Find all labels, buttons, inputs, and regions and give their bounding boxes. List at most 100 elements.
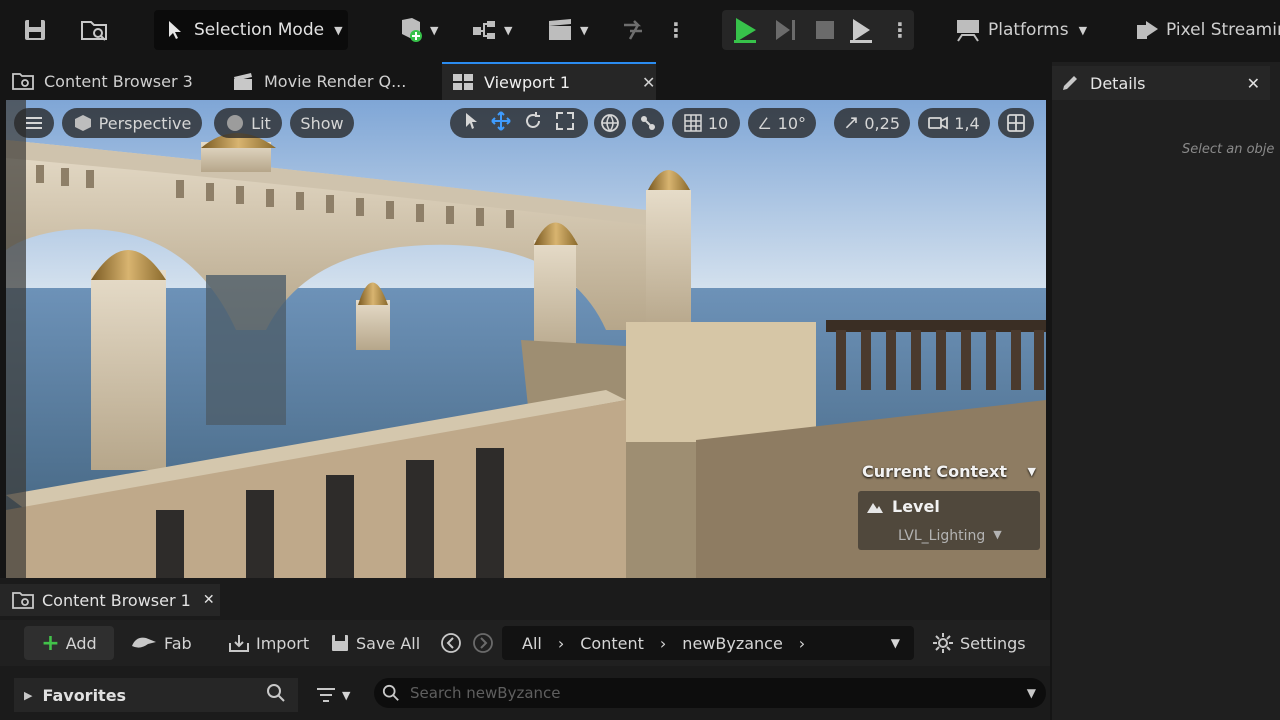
close-icon[interactable]: ✕ [642,73,655,92]
level-label: Level [892,497,940,516]
tab-viewport-1[interactable]: Viewport 1 ✕ [442,62,656,100]
rotation-snap-button[interactable]: 10° [748,108,816,138]
selection-mode-button[interactable]: Selection Mode ▼ [154,10,348,50]
grid-icon [684,114,702,132]
add-actor-button[interactable]: ▼ [396,10,438,50]
scale-tool-icon[interactable] [555,111,575,135]
tab-label: Content Browser 3 [44,71,193,91]
current-context-header[interactable]: Current Context ▼ [858,458,1040,485]
import-icon [229,635,249,652]
viewport-icon [453,74,473,90]
tab-content-browser-1[interactable]: Content Browser 1 ✕ [0,584,220,616]
level-context[interactable]: Level LVL_Lighting ▼ [858,491,1040,550]
launch-icon[interactable] [846,10,876,50]
camera-speed-button[interactable]: 1,4 [918,108,990,138]
settings-label: Settings [960,633,1026,653]
selection-mode-label: Selection Mode [194,20,325,40]
more-options-icon[interactable]: ⋮ [666,10,686,50]
play-icon[interactable] [730,10,760,50]
close-icon[interactable]: ✕ [203,592,215,608]
filter-button[interactable]: ▼ [316,678,350,712]
add-label: Add [65,633,97,653]
breadcrumb-all[interactable]: All [522,634,542,653]
tab-label: Viewport 1 [484,72,571,92]
details-title: Details [1090,73,1146,93]
grid-snap-button[interactable]: 10 [672,108,740,138]
grid-snap-value: 10 [707,113,729,133]
search-placeholder: Search newByzance [410,684,561,702]
step-icon[interactable] [770,10,800,50]
tab-content-browser-3[interactable]: Content Browser 3 [12,62,222,100]
pixel-streaming-label: Pixel Streaming [1166,20,1280,40]
scale-snap-value: 0,25 [864,113,900,133]
close-icon[interactable]: ✕ [1247,74,1260,93]
show-button[interactable]: Show [290,108,354,138]
platforms-label: Platforms [988,20,1069,40]
cursor-icon [164,18,188,42]
save-icon[interactable] [22,10,48,50]
asset-search-input[interactable]: Search newByzance ▼ [374,678,1046,708]
perspective-button[interactable]: Perspective [62,108,202,138]
layout-icon[interactable] [998,108,1034,138]
chevron-down-icon[interactable]: ▼ [891,636,900,650]
chevron-right-icon[interactable]: › [799,634,805,653]
move-tool-icon[interactable] [491,111,511,135]
content-browser-toolbar: + Add Fab Import Save All All › Content … [0,620,1050,666]
save-all-button[interactable]: Save All [330,626,420,660]
folder-icon [12,592,34,609]
add-button[interactable]: + Add [24,626,114,660]
chevron-down-icon: ▼ [342,688,351,702]
platforms-button[interactable]: Platforms ▼ [954,10,1087,50]
blueprint-button[interactable]: ▼ [470,10,512,50]
viewport-menu-icon[interactable] [14,108,54,138]
camera-speed-value: 1,4 [954,113,980,133]
details-empty-hint: Select an obje [1182,142,1275,157]
plus-icon: + [41,630,60,656]
editor-tab-bar: Content Browser 3 Movie Render Q... View… [0,62,1050,100]
current-context-panel: Current Context ▼ Level LVL_Lighting ▼ [858,458,1040,554]
chevron-down-icon: ▼ [430,23,439,37]
camera-icon [928,116,949,130]
breadcrumb-newbyzance[interactable]: newByzance [682,634,783,653]
cinematics-button[interactable]: ▼ [546,10,588,50]
clapperboard-icon [234,73,252,90]
rotate-tool-icon[interactable] [523,111,543,135]
chevron-down-icon[interactable]: ▼ [1027,686,1036,700]
forward-icon[interactable] [472,626,494,660]
favorites-label: Favorites [42,685,127,705]
angle-icon [758,117,771,129]
lit-button[interactable]: Lit [214,108,282,138]
build-icon[interactable] [620,10,650,50]
tab-details[interactable]: Details ✕ [1052,66,1270,100]
browse-folder-icon[interactable] [80,10,110,50]
content-browser-filter-row: ▶ Favorites ▼ Search newByzance ▼ [0,670,1050,720]
level-viewport[interactable]: Perspective Lit Show 10 10° 0,25 1,4 Cur… [6,100,1046,578]
details-panel: Details ✕ Select an obje [1052,62,1280,720]
import-button[interactable]: Import [228,626,309,660]
chevron-down-icon: ▼ [1078,23,1088,37]
pixel-streaming-button[interactable]: Pixel Streaming [1134,10,1280,50]
level-name: LVL_Lighting [898,528,986,544]
favorites-section[interactable]: ▶ Favorites [14,678,298,712]
tab-label: Content Browser 1 [42,590,191,610]
select-tool-icon[interactable] [463,112,479,134]
world-space-icon[interactable] [594,108,626,138]
fab-icon [132,637,156,648]
breadcrumb: All › Content › newByzance › ▼ [502,626,914,660]
chevron-right-icon: ▶ [24,688,33,702]
chevron-right-icon: › [659,633,667,653]
tab-movie-render-queue[interactable]: Movie Render Q... [232,62,440,100]
chevron-right-icon: › [557,633,565,653]
back-icon[interactable] [440,626,462,660]
settings-button[interactable]: Settings [932,626,1026,660]
filter-icon [317,688,335,702]
pencil-icon [1063,76,1077,90]
stop-icon[interactable] [810,10,840,50]
play-options-icon[interactable]: ⋮ [890,10,910,50]
scale-snap-button[interactable]: 0,25 [834,108,910,138]
surface-snap-icon[interactable] [632,108,664,138]
search-icon[interactable] [266,683,286,707]
breadcrumb-content[interactable]: Content [580,634,644,653]
play-controls: ⋮ [722,10,914,50]
fab-button[interactable]: Fab [130,626,192,660]
